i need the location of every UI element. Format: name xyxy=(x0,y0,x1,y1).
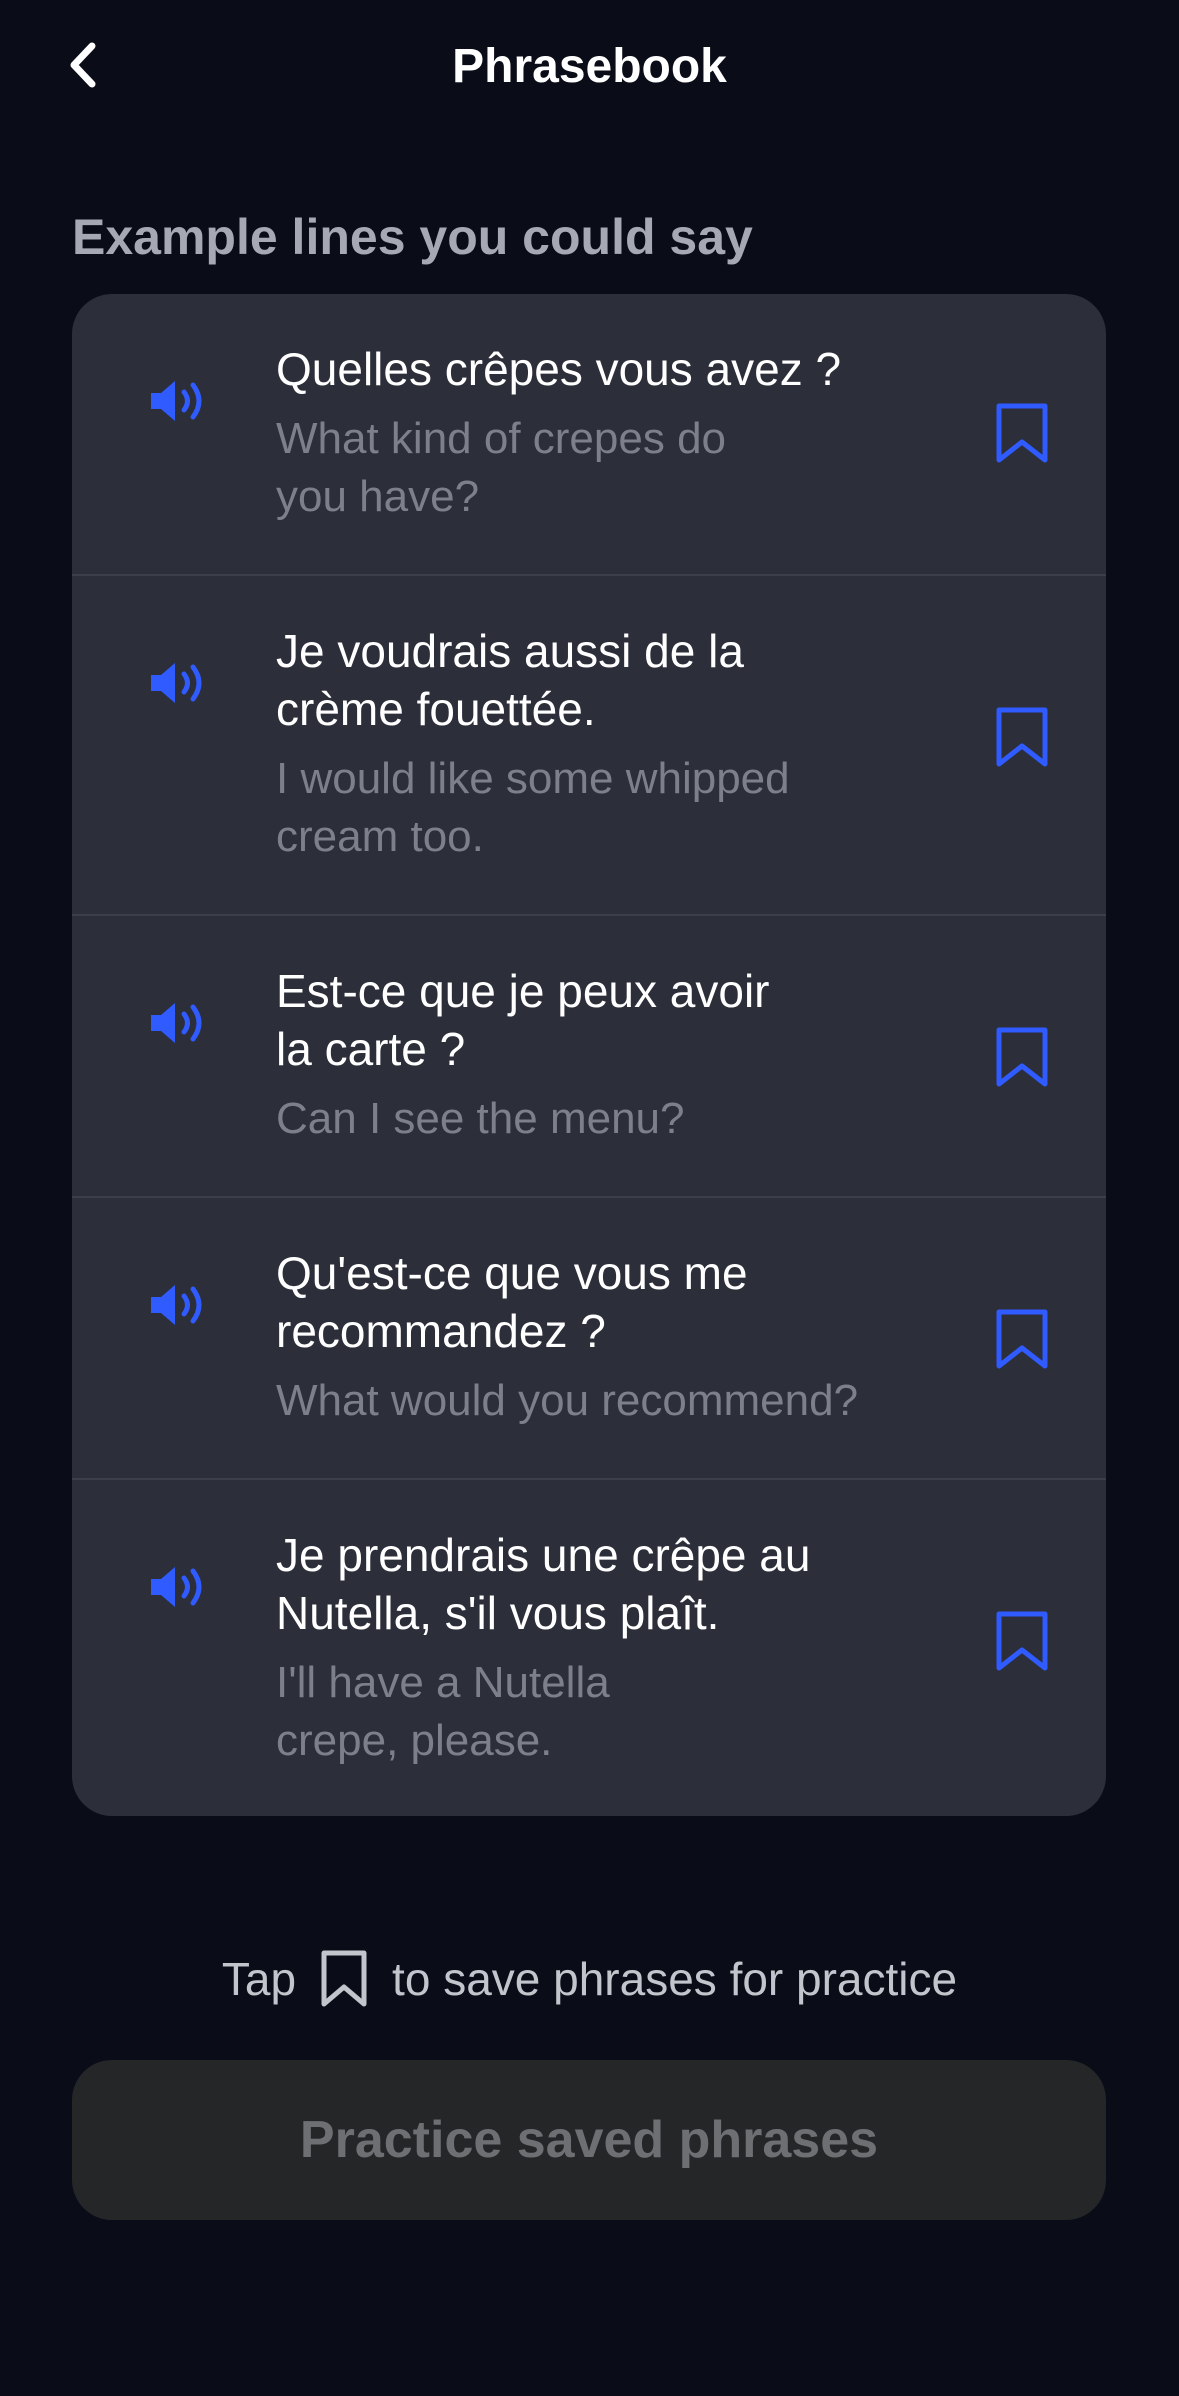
phrase-text: Quelles crêpes vous avez ? What kind of … xyxy=(276,340,956,526)
phrase-french: Est-ce que je peux avoir la carte ? xyxy=(276,965,770,1075)
phrase-row: Quelles crêpes vous avez ? What kind of … xyxy=(72,294,1106,576)
phrase-row: Je prendrais une crêpe au Nutella, s'il … xyxy=(72,1480,1106,1816)
header: Phrasebook xyxy=(0,0,1179,134)
speaker-icon[interactable] xyxy=(148,998,212,1048)
phrase-text: Est-ce que je peux avoir la carte ? Can … xyxy=(276,962,956,1148)
phrase-row: Qu'est-ce que vous me recommandez ? What… xyxy=(72,1198,1106,1480)
bookmark-icon[interactable] xyxy=(992,1026,1052,1090)
phrase-english: I would like some whipped cream too. xyxy=(276,754,790,861)
phrase-english: What would you recommend? xyxy=(276,1376,859,1425)
bookmark-icon xyxy=(318,1949,370,2009)
speaker-icon[interactable] xyxy=(148,1280,212,1330)
bookmark-icon[interactable] xyxy=(992,402,1052,466)
bookmark-icon[interactable] xyxy=(992,1308,1052,1372)
speaker-icon[interactable] xyxy=(148,376,212,426)
bookmark-icon[interactable] xyxy=(992,706,1052,770)
practice-saved-phrases-button[interactable]: Practice saved phrases xyxy=(72,2060,1106,2220)
phrase-english: What kind of crepes do you have? xyxy=(276,414,727,521)
phrase-row: Je voudrais aussi de la crème fouettée. … xyxy=(72,576,1106,916)
hint-prefix: Tap xyxy=(221,1953,297,2005)
phrase-text: Qu'est-ce que vous me recommandez ? What… xyxy=(276,1244,1036,1430)
phrase-list: Quelles crêpes vous avez ? What kind of … xyxy=(72,294,1106,1816)
phrase-english: I'll have a Nutella crepe, please. xyxy=(276,1658,610,1765)
phrase-english: Can I see the menu? xyxy=(276,1094,685,1143)
save-hint: Tap to save phrases for practice xyxy=(0,1944,1179,2014)
page-title: Phrasebook xyxy=(452,40,727,93)
phrase-french: Je voudrais aussi de la crème fouettée. xyxy=(276,625,744,735)
phrase-french: Qu'est-ce que vous me recommandez ? xyxy=(276,1247,748,1357)
phrase-text: Je voudrais aussi de la crème fouettée. … xyxy=(276,622,956,866)
hint-suffix: to save phrases for practice xyxy=(392,1953,958,2005)
phrase-text: Je prendrais une crêpe au Nutella, s'il … xyxy=(276,1526,956,1770)
phrase-french: Quelles crêpes vous avez ? xyxy=(276,343,842,395)
phrase-row: Est-ce que je peux avoir la carte ? Can … xyxy=(72,916,1106,1198)
speaker-icon[interactable] xyxy=(148,1562,212,1612)
phrase-french: Je prendrais une crêpe au Nutella, s'il … xyxy=(276,1529,811,1639)
section-label: Example lines you could say xyxy=(72,209,753,265)
bookmark-icon[interactable] xyxy=(992,1610,1052,1674)
speaker-icon[interactable] xyxy=(148,658,212,708)
